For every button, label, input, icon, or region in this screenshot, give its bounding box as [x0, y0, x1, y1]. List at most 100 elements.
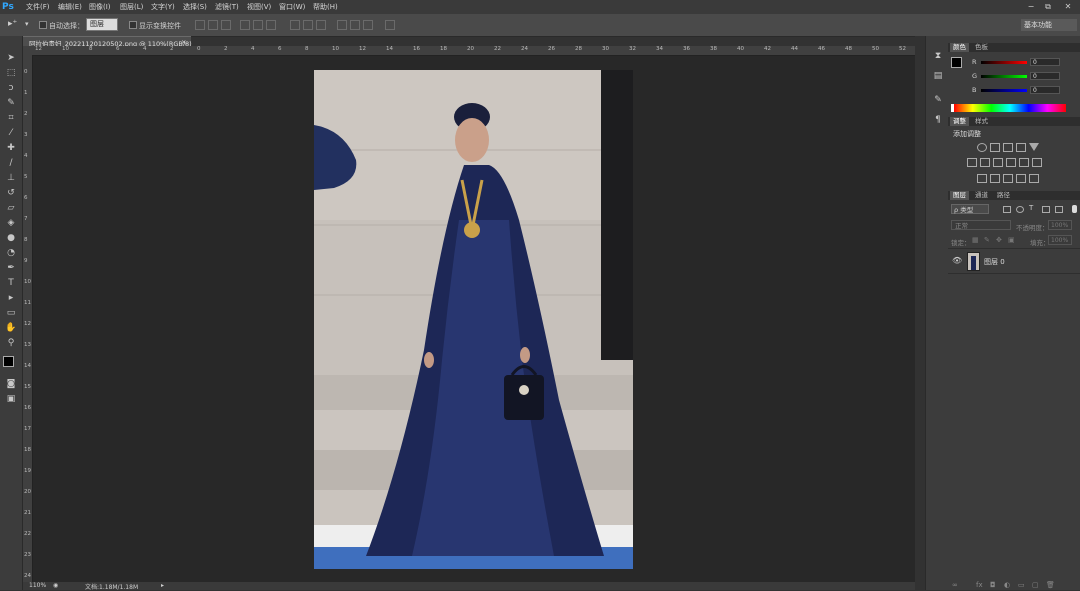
menu-view[interactable]: 视图(V) — [247, 2, 271, 12]
menu-edit[interactable]: 编辑(E) — [58, 2, 82, 12]
new-adjustment-layer-icon[interactable]: ◐ — [1004, 581, 1010, 589]
pixel-filter-icon[interactable] — [1003, 206, 1011, 213]
adjustment-filter-icon[interactable] — [1016, 206, 1024, 213]
color-balance-adjust-icon[interactable] — [980, 158, 990, 167]
horizontal-ruler[interactable]: 12 10 8 6 4 2 0 2 4 6 8 10 12 14 16 18 2… — [33, 46, 915, 56]
eyedropper-tool-icon[interactable]: ⁄ — [4, 127, 18, 139]
tab-styles[interactable]: 样式 — [972, 117, 991, 126]
healing-brush-tool-icon[interactable]: ✚ — [4, 142, 18, 154]
invert-adjust-icon[interactable] — [977, 174, 987, 183]
tab-layers[interactable]: 图层 — [950, 191, 969, 200]
new-layer-icon[interactable]: ▢ — [1032, 581, 1039, 589]
minimize-button[interactable]: − — [1024, 1, 1038, 12]
layer-row[interactable]: 👁 图层 0 — [948, 248, 1080, 274]
align-vcenter-icon[interactable] — [208, 20, 218, 30]
move-tool-icon[interactable]: ▸⁺ — [8, 19, 17, 29]
lock-pixels-icon[interactable]: ✎ — [984, 236, 990, 244]
status-menu-arrow-icon[interactable]: ▸ — [161, 582, 164, 589]
tab-paths[interactable]: 路径 — [994, 191, 1013, 200]
menu-filter[interactable]: 滤镜(T) — [215, 2, 239, 12]
align-top-icon[interactable] — [195, 20, 205, 30]
vibrance-adjust-icon[interactable] — [1029, 143, 1039, 151]
clone-stamp-tool-icon[interactable]: ⊥ — [4, 172, 18, 184]
fill-input[interactable]: 100% — [1048, 235, 1072, 245]
menu-help[interactable]: 帮助(H) — [313, 2, 338, 12]
brightness-adjust-icon[interactable] — [977, 143, 987, 152]
menu-window[interactable]: 窗口(W) — [279, 2, 305, 12]
color-lookup-adjust-icon[interactable] — [1032, 158, 1042, 167]
tab-swatches[interactable]: 色板 — [972, 43, 991, 52]
layer-name[interactable]: 图层 0 — [984, 257, 1005, 267]
rectangle-tool-icon[interactable]: ▭ — [4, 307, 18, 319]
brush-tool-icon[interactable]: ∕ — [4, 157, 18, 169]
brush-panel-icon[interactable]: ✎ — [931, 94, 945, 106]
history-brush-tool-icon[interactable]: ↺ — [4, 187, 18, 199]
close-tab-icon[interactable]: × — [181, 38, 186, 46]
history-panel-icon[interactable]: ⧗ — [931, 50, 945, 62]
vertical-ruler[interactable]: 0 1 2 3 4 5 6 7 8 9 10 11 12 13 14 15 16… — [23, 55, 33, 582]
tab-adjustments[interactable]: 调整 — [950, 117, 969, 126]
layer-style-icon[interactable]: fx — [976, 581, 983, 589]
show-transform-checkbox[interactable] — [129, 21, 137, 29]
foreground-color-swatch[interactable] — [3, 356, 14, 367]
channel-b-slider[interactable] — [981, 89, 1027, 92]
distribute-bottom-icon[interactable] — [316, 20, 326, 30]
channel-r-input[interactable]: 0 — [1030, 58, 1060, 66]
channel-g-input[interactable]: 0 — [1030, 72, 1060, 80]
quick-select-tool-icon[interactable]: ✎ — [4, 97, 18, 109]
vertical-scrollbar[interactable] — [915, 36, 925, 590]
gradient-map-adjust-icon[interactable] — [1016, 174, 1026, 183]
layer-mask-icon[interactable]: ◘ — [990, 581, 996, 589]
shape-filter-icon[interactable] — [1042, 206, 1050, 213]
quick-mask-icon[interactable]: ◙ — [4, 378, 18, 390]
auto-select-checkbox[interactable] — [39, 21, 47, 29]
delete-layer-icon[interactable]: 🗑 — [1046, 581, 1055, 589]
tab-channels[interactable]: 通道 — [972, 191, 991, 200]
align-right-icon[interactable] — [266, 20, 276, 30]
menu-file[interactable]: 文件(F) — [26, 2, 50, 12]
smart-object-filter-icon[interactable] — [1055, 206, 1063, 213]
close-button[interactable]: ✕ — [1061, 1, 1075, 12]
crop-tool-icon[interactable]: ⌗ — [4, 112, 18, 124]
visibility-eye-icon[interactable]: 👁 — [952, 256, 962, 265]
color-spectrum-bar[interactable] — [951, 104, 1066, 112]
exposure-adjust-icon[interactable] — [1016, 143, 1026, 152]
zoom-level[interactable]: 110% — [29, 582, 46, 589]
filter-toggle-switch[interactable] — [1072, 205, 1077, 213]
ruler-origin[interactable] — [23, 46, 33, 55]
hand-tool-icon[interactable]: ✋ — [4, 322, 18, 334]
hue-sat-adjust-icon[interactable] — [967, 158, 977, 167]
levels-adjust-icon[interactable] — [990, 143, 1000, 152]
restore-button[interactable]: ⧉ — [1041, 1, 1055, 12]
channel-mixer-adjust-icon[interactable] — [1019, 158, 1029, 167]
selective-color-adjust-icon[interactable] — [1029, 174, 1039, 183]
channel-g-slider[interactable] — [981, 75, 1027, 78]
threshold-adjust-icon[interactable] — [1003, 174, 1013, 183]
eraser-tool-icon[interactable]: ▱ — [4, 202, 18, 214]
auto-select-dropdown[interactable]: 图层 — [86, 18, 118, 31]
distribute-left-icon[interactable] — [337, 20, 347, 30]
auto-align-icon[interactable] — [385, 20, 395, 30]
align-left-icon[interactable] — [240, 20, 250, 30]
paint-bucket-tool-icon[interactable]: ◈ — [4, 217, 18, 229]
pen-tool-icon[interactable]: ✒ — [4, 262, 18, 274]
curves-adjust-icon[interactable] — [1003, 143, 1013, 152]
blend-mode-dropdown[interactable]: 正常 — [951, 220, 1011, 230]
character-panel-icon[interactable]: ¶ — [931, 114, 945, 126]
distribute-right-icon[interactable] — [363, 20, 373, 30]
channel-b-input[interactable]: 0 — [1030, 86, 1060, 94]
zoom-tool-icon[interactable]: ⚲ — [4, 337, 18, 349]
menu-layer[interactable]: 图层(L) — [120, 2, 143, 12]
tool-preset-dropdown-icon[interactable]: ▾ — [25, 20, 29, 28]
document-image[interactable] — [314, 70, 633, 569]
properties-panel-icon[interactable]: ▤ — [931, 70, 945, 82]
distribute-hcenter-icon[interactable] — [350, 20, 360, 30]
posterize-adjust-icon[interactable] — [990, 174, 1000, 183]
foreground-color-swatch[interactable] — [951, 57, 962, 68]
menu-type[interactable]: 文字(Y) — [151, 2, 175, 12]
link-layers-icon[interactable]: ∞ — [952, 581, 958, 589]
menu-image[interactable]: 图像(I) — [89, 2, 111, 12]
lock-all-icon[interactable]: ▣ — [1008, 236, 1015, 244]
screen-mode-icon[interactable]: ▣ — [4, 393, 18, 405]
status-icon[interactable]: ◉ — [53, 582, 58, 589]
